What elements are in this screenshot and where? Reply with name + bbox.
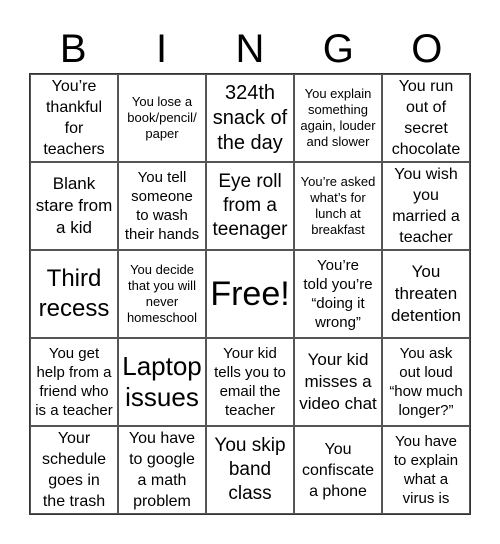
bingo-cell[interactable]: You’re thankful for teachers xyxy=(30,74,118,162)
bingo-cell[interactable]: Third recess xyxy=(30,250,118,338)
bingo-cell[interactable]: 324th snack of the day xyxy=(206,74,294,162)
header-letter-o: O xyxy=(411,27,443,71)
header-letter-g: G xyxy=(322,27,354,71)
header-letter-b: B xyxy=(59,27,87,71)
bingo-cell[interactable]: You decide that you will never homeschoo… xyxy=(118,250,206,338)
bingo-cell[interactable]: Blank stare from a kid xyxy=(30,162,118,250)
bingo-cell[interactable]: Laptop issues xyxy=(118,338,206,426)
bingo-header: B I N G O xyxy=(29,26,471,72)
bingo-cell[interactable]: Eye roll from a teenager xyxy=(206,162,294,250)
bingo-cell[interactable]: You tell someone to wash their hands xyxy=(118,162,206,250)
header-letter-i: I xyxy=(156,27,168,71)
bingo-cell[interactable]: You wish you married a teacher xyxy=(382,162,470,250)
bingo-cell[interactable]: You threaten detention xyxy=(382,250,470,338)
bingo-cell[interactable]: Your kid misses a video chat xyxy=(294,338,382,426)
bingo-cell[interactable]: You skip band class xyxy=(206,426,294,514)
bingo-cell[interactable]: You have to explain what a virus is xyxy=(382,426,470,514)
bingo-cell[interactable]: You’re asked what’s for lunch at breakfa… xyxy=(294,162,382,250)
bingo-cell[interactable]: You have to google a math problem xyxy=(118,426,206,514)
bingo-cell[interactable]: Your kid tells you to email the teacher xyxy=(206,338,294,426)
bingo-cell[interactable]: You’re told you’re “doing it wrong” xyxy=(294,250,382,338)
bingo-cell[interactable]: You ask out loud “how much longer?” xyxy=(382,338,470,426)
header-letter-n: N xyxy=(235,27,265,71)
bingo-cell[interactable]: You get help from a friend who is a teac… xyxy=(30,338,118,426)
bingo-cell[interactable]: You run out of secret chocolate xyxy=(382,74,470,162)
bingo-grid: You’re thankful for teachers You lose a … xyxy=(29,73,471,515)
bingo-cell[interactable]: You confiscate a phone xyxy=(294,426,382,514)
bingo-cell[interactable]: You explain something again, louder and … xyxy=(294,74,382,162)
bingo-cell[interactable]: Your schedule goes in the trash xyxy=(30,426,118,514)
bingo-cell[interactable]: You lose a book/pencil/ paper xyxy=(118,74,206,162)
free-space[interactable]: Free! xyxy=(206,250,294,338)
